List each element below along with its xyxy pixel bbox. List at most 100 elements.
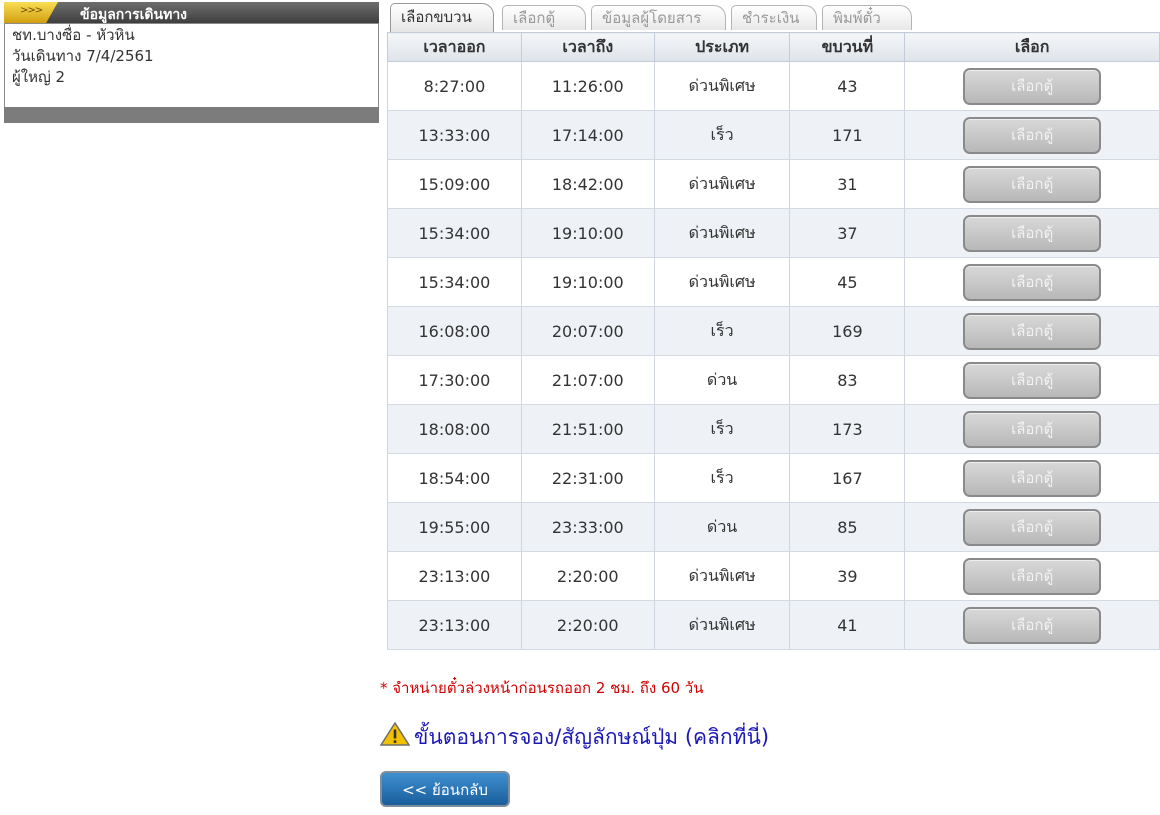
arrows-icon: >>> bbox=[20, 5, 43, 16]
select-cell: เลือกตู้ bbox=[904, 453, 1160, 503]
header-depart-time: เวลาออก bbox=[387, 32, 522, 62]
select-coach-button[interactable]: เลือกตู้ bbox=[963, 214, 1102, 252]
train-number-cell: 41 bbox=[789, 600, 906, 650]
select-coach-button[interactable]: เลือกตู้ bbox=[963, 312, 1102, 350]
train-number-cell: 45 bbox=[789, 257, 906, 307]
train-type-cell: ด่วนพิเศษ bbox=[653, 61, 791, 111]
train-number-cell: 83 bbox=[789, 355, 906, 405]
booking-steps-link-text[interactable]: ขั้นตอนการจอง/สัญลักษณ์ปุ่ม (คลิกที่นี่) bbox=[414, 725, 769, 749]
depart-time-cell: 19:55:00 bbox=[387, 502, 522, 552]
arrive-time-cell: 21:51:00 bbox=[520, 404, 655, 454]
train-type-cell: ด่วนพิเศษ bbox=[653, 257, 791, 307]
select-coach-button[interactable]: เลือกตู้ bbox=[963, 557, 1102, 595]
depart-time-cell: 13:33:00 bbox=[387, 110, 522, 160]
arrive-time-cell: 17:14:00 bbox=[520, 110, 655, 160]
table-row: 19:55:00 23:33:00 ด่วน 85 เลือกตู้ bbox=[387, 502, 1160, 552]
train-type-cell: เร็ว bbox=[653, 453, 791, 503]
select-cell: เลือกตู้ bbox=[904, 355, 1160, 405]
arrive-time-cell: 2:20:00 bbox=[520, 551, 655, 601]
select-coach-button[interactable]: เลือกตู้ bbox=[963, 165, 1102, 203]
arrive-time-cell: 23:33:00 bbox=[520, 502, 655, 552]
depart-time-cell: 15:09:00 bbox=[387, 159, 522, 209]
travel-info-footer bbox=[4, 107, 379, 123]
select-coach-button[interactable]: เลือกตู้ bbox=[963, 410, 1102, 448]
table-row: 15:09:00 18:42:00 ด่วนพิเศษ 31 เลือกตู้ bbox=[387, 159, 1160, 209]
depart-time-cell: 15:34:00 bbox=[387, 208, 522, 258]
table-row: 17:30:00 21:07:00 ด่วน 83 เลือกตู้ bbox=[387, 355, 1160, 405]
route-text: ชท.บางซื่อ - หัวหิน bbox=[12, 26, 135, 44]
depart-time-cell: 8:27:00 bbox=[387, 61, 522, 111]
table-row: 15:34:00 19:10:00 ด่วนพิเศษ 37 เลือกตู้ bbox=[387, 208, 1160, 258]
depart-time-cell: 17:30:00 bbox=[387, 355, 522, 405]
select-cell: เลือกตู้ bbox=[904, 600, 1160, 650]
select-coach-button[interactable]: เลือกตู้ bbox=[963, 508, 1102, 546]
select-coach-button[interactable]: เลือกตู้ bbox=[963, 116, 1102, 154]
train-number-cell: 43 bbox=[789, 61, 906, 111]
select-cell: เลือกตู้ bbox=[904, 257, 1160, 307]
arrows-badge: >>> bbox=[4, 2, 58, 23]
train-type-cell: เร็ว bbox=[653, 110, 791, 160]
travel-info-panel: >>> ข้อมูลการเดินทาง ชท.บางซื่อ - หัวหิน… bbox=[4, 2, 379, 123]
select-cell: เลือกตู้ bbox=[904, 551, 1160, 601]
select-cell: เลือกตู้ bbox=[904, 159, 1160, 209]
train-type-cell: ด่วน bbox=[653, 502, 791, 552]
table-row: 23:13:00 2:20:00 ด่วนพิเศษ 39 เลือกตู้ bbox=[387, 551, 1160, 601]
select-cell: เลือกตู้ bbox=[904, 502, 1160, 552]
table-header-row: เวลาออก เวลาถึง ประเภท ขบวนที่ เลือก bbox=[387, 32, 1160, 62]
arrive-time-cell: 18:42:00 bbox=[520, 159, 655, 209]
arrive-time-cell: 19:10:00 bbox=[520, 257, 655, 307]
header-train-number: ขบวนที่ bbox=[789, 32, 906, 62]
table-row: 18:54:00 22:31:00 เร็ว 167 เลือกตู้ bbox=[387, 453, 1160, 503]
depart-time-cell: 18:54:00 bbox=[387, 453, 522, 503]
table-row: 23:13:00 2:20:00 ด่วนพิเศษ 41 เลือกตู้ bbox=[387, 600, 1160, 650]
train-schedule-table: เวลาออก เวลาถึง ประเภท ขบวนที่ เลือก 8:2… bbox=[387, 32, 1160, 650]
depart-time-cell: 16:08:00 bbox=[387, 306, 522, 356]
train-type-cell: ด่วนพิเศษ bbox=[653, 600, 791, 650]
select-coach-button[interactable]: เลือกตู้ bbox=[963, 606, 1102, 644]
tab-passenger-info[interactable]: ข้อมูลผู้โดยสาร bbox=[591, 5, 726, 30]
select-cell: เลือกตู้ bbox=[904, 404, 1160, 454]
arrive-time-cell: 22:31:00 bbox=[520, 453, 655, 503]
train-type-cell: ด่วนพิเศษ bbox=[653, 159, 791, 209]
passenger-count-text: ผู้ใหญ่ 2 bbox=[12, 68, 66, 86]
warning-icon bbox=[380, 722, 410, 746]
train-number-cell: 85 bbox=[789, 502, 906, 552]
depart-time-cell: 18:08:00 bbox=[387, 404, 522, 454]
select-coach-button[interactable]: เลือกตู้ bbox=[963, 67, 1102, 105]
train-number-cell: 171 bbox=[789, 110, 906, 160]
arrive-time-cell: 20:07:00 bbox=[520, 306, 655, 356]
train-type-cell: ด่วนพิเศษ bbox=[653, 551, 791, 601]
select-coach-button[interactable]: เลือกตู้ bbox=[963, 459, 1102, 497]
select-coach-button[interactable]: เลือกตู้ bbox=[963, 263, 1102, 301]
train-type-cell: เร็ว bbox=[653, 404, 791, 454]
depart-time-cell: 23:13:00 bbox=[387, 551, 522, 601]
tab-select-train[interactable]: เลือกขบวน bbox=[390, 3, 494, 32]
depart-time-cell: 23:13:00 bbox=[387, 600, 522, 650]
tab-select-coach[interactable]: เลือกตู้ bbox=[502, 5, 586, 30]
header-select: เลือก bbox=[904, 32, 1160, 62]
tab-payment[interactable]: ชำระเงิน bbox=[731, 5, 817, 30]
train-type-cell: ด่วน bbox=[653, 355, 791, 405]
back-button[interactable]: << ย้อนกลับ bbox=[380, 771, 510, 807]
train-type-cell: เร็ว bbox=[653, 306, 791, 356]
arrive-time-cell: 21:07:00 bbox=[520, 355, 655, 405]
travel-date-text: วันเดินทาง 7/4/2561 bbox=[12, 47, 154, 65]
sales-window-note: * จำหน่ายตั๋วล่วงหน้าก่อนรถออก 2 ชม. ถึง… bbox=[380, 679, 704, 697]
table-row: 16:08:00 20:07:00 เร็ว 169 เลือกตู้ bbox=[387, 306, 1160, 356]
table-row: 15:34:00 19:10:00 ด่วนพิเศษ 45 เลือกตู้ bbox=[387, 257, 1160, 307]
booking-steps-link[interactable]: ขั้นตอนการจอง/สัญลักษณ์ปุ่ม (คลิกที่นี่) bbox=[380, 721, 769, 754]
arrive-time-cell: 11:26:00 bbox=[520, 61, 655, 111]
train-number-cell: 169 bbox=[789, 306, 906, 356]
header-arrive-time: เวลาถึง bbox=[520, 32, 655, 62]
select-cell: เลือกตู้ bbox=[904, 208, 1160, 258]
arrive-time-cell: 19:10:00 bbox=[520, 208, 655, 258]
select-coach-button[interactable]: เลือกตู้ bbox=[963, 361, 1102, 399]
header-train-type: ประเภท bbox=[653, 32, 791, 62]
train-number-cell: 167 bbox=[789, 453, 906, 503]
select-cell: เลือกตู้ bbox=[904, 61, 1160, 111]
table-body: 8:27:00 11:26:00 ด่วนพิเศษ 43 เลือกตู้ 13:33:… bbox=[387, 61, 1160, 650]
train-number-cell: 39 bbox=[789, 551, 906, 601]
tab-print-ticket[interactable]: พิมพ์ตั๋ว bbox=[822, 5, 912, 30]
train-type-cell: ด่วนพิเศษ bbox=[653, 208, 791, 258]
train-number-cell: 31 bbox=[789, 159, 906, 209]
